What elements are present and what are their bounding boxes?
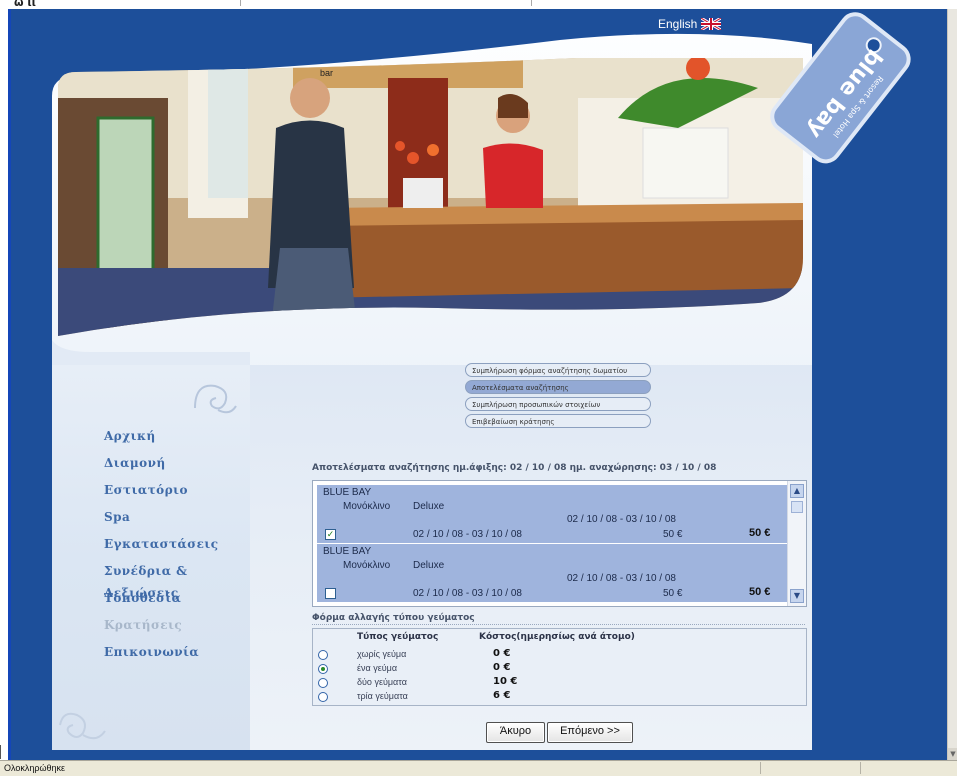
result-type: Deluxe xyxy=(413,560,445,571)
meal-label: δύο γεύματα xyxy=(357,677,407,687)
window-edge xyxy=(0,745,4,759)
swirl-ornament-icon xyxy=(194,384,237,414)
meal-label: τρία γεύματα xyxy=(357,691,408,701)
meal-cost-header: Κόστος(ημερησίως ανά άτομο) xyxy=(479,632,635,642)
step-search-form[interactable]: Συμπλήρωση φόρμας αναζήτησης δωματίου xyxy=(465,363,651,377)
meal-radio[interactable] xyxy=(318,678,328,688)
result-row[interactable]: BLUE BAY Μονόκλινο Deluxe 02 / 10 / 08 -… xyxy=(317,544,787,602)
result-range: 02 / 10 / 08 - 03 / 10 / 08 xyxy=(567,573,676,584)
result-dates: 02 / 10 / 08 - 03 / 10 / 08 xyxy=(413,588,522,599)
uk-flag-icon[interactable] xyxy=(701,18,722,30)
main-navigation: Αρχική Διαμονή Εστιατόριο Spa Εγκαταστάσ… xyxy=(52,425,250,668)
nav-item-facilities[interactable]: Εγκαταστάσεις xyxy=(52,533,250,560)
meal-type-header: Τύπος γεύματος xyxy=(357,632,439,642)
cancel-button[interactable]: Άκυρο xyxy=(486,722,545,743)
result-select-checkbox[interactable]: ✓ xyxy=(325,529,336,540)
scroll-down-arrow-icon[interactable]: ▼ xyxy=(790,589,804,603)
nav-item-restaurant[interactable]: Εστιατόριο xyxy=(52,479,250,506)
result-hotel: BLUE BAY xyxy=(323,487,372,498)
booking-steps: Συμπλήρωση φόρμας αναζήτησης δωματίου Απ… xyxy=(465,363,651,431)
results-scrollbar[interactable]: ▲ ▼ xyxy=(787,481,806,606)
language-switch-english[interactable]: English xyxy=(658,17,722,31)
meal-price: 10 € xyxy=(493,676,518,687)
language-label[interactable]: English xyxy=(658,17,697,31)
meal-price: 0 € xyxy=(493,662,511,673)
hotel-reception-photo: bar xyxy=(58,58,803,336)
next-button[interactable]: Επόμενο >> xyxy=(547,722,633,743)
result-range: 02 / 10 / 08 - 03 / 10 / 08 xyxy=(567,514,676,525)
meal-options-table: Τύπος γεύματος Κόστος(ημερησίως ανά άτομ… xyxy=(312,628,807,706)
meal-price: 0 € xyxy=(493,648,511,659)
nav-item-home[interactable]: Αρχική xyxy=(52,425,250,452)
result-price: 50 € xyxy=(663,588,683,599)
step-personal-details[interactable]: Συμπλήρωση προσωπικών στοιχείων xyxy=(465,397,651,411)
meal-form-title: Φόρμα αλλαγής τύπου γεύματος xyxy=(312,613,475,623)
result-row[interactable]: BLUE BAY Μονόκλινο Deluxe 02 / 10 / 08 -… xyxy=(317,485,787,543)
status-text: Ολοκληρώθηκε xyxy=(4,763,66,773)
meal-option-row[interactable]: ένα γεύμα 0 € xyxy=(313,662,806,676)
meal-radio[interactable] xyxy=(318,650,328,660)
status-divider xyxy=(860,762,861,774)
meal-option-row[interactable]: δύο γεύματα 10 € xyxy=(313,676,806,690)
step-search-results[interactable]: Αποτελέσματα αναζήτησης xyxy=(465,380,651,394)
result-total: 50 € xyxy=(749,586,771,598)
result-select-checkbox[interactable] xyxy=(325,588,336,599)
bar-sign: bar xyxy=(320,68,333,78)
nav-item-conferences[interactable]: Συνέδρια & Δεξιώσεις xyxy=(52,560,250,600)
blue-bay-logo[interactable]: blue bay Resort & Spa Hotel xyxy=(762,10,917,170)
nav-item-bookings: Κρατήσεις xyxy=(104,618,183,632)
meal-label: χωρίς γεύμα xyxy=(357,649,407,659)
scroll-thumb[interactable] xyxy=(791,501,803,513)
result-room: Μονόκλινο xyxy=(343,560,391,571)
result-total: 50 € xyxy=(749,527,771,539)
meal-option-row[interactable]: χωρίς γεύμα 0 € xyxy=(313,648,806,662)
status-divider xyxy=(760,762,761,774)
nav-item-spa[interactable]: Spa xyxy=(52,506,250,533)
meal-radio[interactable] xyxy=(318,664,328,674)
result-dates: 02 / 10 / 08 - 03 / 10 / 08 xyxy=(413,529,522,540)
meal-radio[interactable] xyxy=(318,692,328,702)
result-room: Μονόκλινο xyxy=(343,501,391,512)
result-price: 50 € xyxy=(663,529,683,540)
scroll-up-arrow-icon[interactable]: ▲ xyxy=(790,484,804,498)
result-type: Deluxe xyxy=(413,501,445,512)
results-list[interactable]: BLUE BAY Μονόκλινο Deluxe 02 / 10 / 08 -… xyxy=(312,480,807,607)
meal-label: ένα γεύμα xyxy=(357,663,398,673)
meal-divider xyxy=(312,624,805,625)
result-hotel: BLUE BAY xyxy=(323,546,372,557)
results-heading: Αποτελέσματα αναζήτησης ημ.άφιξης: 02 / … xyxy=(312,463,717,473)
swirl-ornament-bottom-icon xyxy=(59,712,106,740)
nav-item-stay[interactable]: Διαμονή xyxy=(52,452,250,479)
nav-item-contact[interactable]: Επικοινωνία xyxy=(52,641,250,668)
meal-price: 6 € xyxy=(493,690,511,701)
nav-item-location[interactable]: Τοποθεσία xyxy=(52,587,250,614)
browser-status-bar: Ολοκληρώθηκε xyxy=(0,760,957,776)
meal-option-row[interactable]: τρία γεύματα 6 € xyxy=(313,690,806,704)
step-confirmation[interactable]: Επιβεβαίωση κράτησης xyxy=(465,414,651,428)
